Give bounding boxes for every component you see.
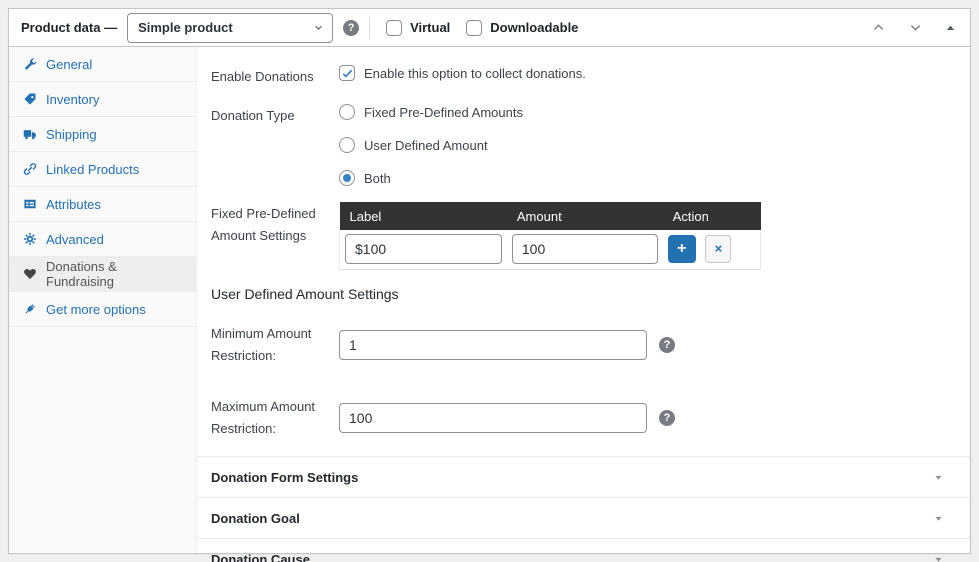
divider bbox=[369, 17, 370, 39]
link-icon bbox=[23, 162, 37, 176]
radio-label: Fixed Pre-Defined Amounts bbox=[364, 105, 523, 120]
sidebar-item-label: Advanced bbox=[46, 232, 104, 247]
sidebar-item-donations-fundraising[interactable]: Donations & Fundraising bbox=[9, 257, 196, 292]
sidebar-item-get-more-options[interactable]: Get more options bbox=[9, 292, 196, 327]
section-title: Donation Form Settings bbox=[211, 470, 358, 485]
sidebar-item-general[interactable]: General bbox=[9, 47, 196, 82]
column-header-label: Label bbox=[340, 202, 507, 230]
column-header-amount: Amount bbox=[507, 202, 663, 230]
truck-icon bbox=[23, 127, 37, 141]
panel-header: Product data — Simple product ? Virtual … bbox=[9, 9, 970, 47]
column-header-action: Action bbox=[663, 202, 761, 230]
help-icon[interactable]: ? bbox=[659, 410, 675, 426]
both-radio[interactable] bbox=[339, 170, 355, 186]
sidebar-item-shipping[interactable]: Shipping bbox=[9, 117, 196, 152]
section-donation-form-settings[interactable]: Donation Form Settings bbox=[197, 456, 970, 497]
heart-icon bbox=[23, 267, 37, 281]
chevron-down-icon bbox=[313, 22, 324, 33]
tag-icon bbox=[23, 92, 37, 106]
sidebar-item-linked-products[interactable]: Linked Products bbox=[9, 152, 196, 187]
fixed-amounts-row: Fixed Pre-Defined Amount Settings Label … bbox=[211, 202, 970, 270]
virtual-option: Virtual bbox=[386, 20, 450, 36]
wrench-icon bbox=[23, 57, 37, 71]
product-data-tabs: General Inventory Shipping bbox=[9, 47, 197, 553]
triangle-down-icon bbox=[933, 472, 944, 483]
sidebar-item-inventory[interactable]: Inventory bbox=[9, 82, 196, 117]
plug-icon bbox=[23, 302, 37, 316]
fixed-amounts-radio[interactable] bbox=[339, 104, 355, 120]
toggle-panel-button[interactable] bbox=[943, 20, 958, 35]
radio-label: Both bbox=[364, 171, 391, 186]
enable-donations-checkbox-label: Enable this option to collect donations. bbox=[364, 66, 586, 81]
section-title: Donation Goal bbox=[211, 511, 300, 526]
minimum-amount-input[interactable] bbox=[339, 330, 647, 360]
user-defined-radio[interactable] bbox=[339, 137, 355, 153]
table-row: + × bbox=[340, 230, 761, 270]
triangle-down-icon bbox=[933, 513, 944, 524]
user-defined-heading: User Defined Amount Settings bbox=[211, 286, 970, 302]
sidebar-item-label: Attributes bbox=[46, 197, 101, 212]
sidebar-item-advanced[interactable]: Advanced bbox=[9, 222, 196, 257]
chevron-down-icon bbox=[908, 20, 923, 35]
donation-type-row: Donation Type Fixed Pre-Defined Amounts … bbox=[211, 104, 970, 186]
virtual-checkbox[interactable] bbox=[386, 20, 402, 36]
sidebar-item-label: Shipping bbox=[46, 127, 97, 142]
maximum-amount-label: Maximum Amount Restriction: bbox=[211, 395, 339, 440]
radio-label: User Defined Amount bbox=[364, 138, 488, 153]
check-icon bbox=[341, 67, 354, 80]
help-icon[interactable]: ? bbox=[659, 337, 675, 353]
gear-icon bbox=[23, 232, 37, 246]
chevron-up-icon bbox=[871, 20, 886, 35]
radio-option-both: Both bbox=[339, 170, 970, 186]
minimum-amount-label: Minimum Amount Restriction: bbox=[211, 322, 339, 367]
donation-type-label: Donation Type bbox=[211, 104, 339, 186]
page: Product data — Simple product ? Virtual … bbox=[0, 0, 979, 562]
enable-donations-label: Enable Donations bbox=[211, 65, 339, 88]
product-type-value: Simple product bbox=[138, 20, 233, 35]
radio-option-fixed: Fixed Pre-Defined Amounts bbox=[339, 104, 970, 120]
sidebar-item-label: Donations & Fundraising bbox=[46, 259, 182, 289]
help-icon[interactable]: ? bbox=[343, 20, 359, 36]
sidebar-item-label: Inventory bbox=[46, 92, 99, 107]
panel-title: Product data — bbox=[21, 20, 117, 35]
section-donation-goal[interactable]: Donation Goal bbox=[197, 497, 970, 538]
minimum-amount-row: Minimum Amount Restriction: ? bbox=[211, 322, 970, 367]
triangle-down-icon bbox=[933, 554, 944, 562]
move-up-button[interactable] bbox=[869, 18, 888, 37]
sidebar-item-attributes[interactable]: Attributes bbox=[9, 187, 196, 222]
list-icon bbox=[23, 197, 37, 211]
amount-value-input[interactable] bbox=[512, 234, 658, 264]
enable-donations-checkbox[interactable] bbox=[339, 65, 355, 81]
radio-option-user-defined: User Defined Amount bbox=[339, 137, 970, 153]
section-donation-cause[interactable]: Donation Cause bbox=[197, 538, 970, 562]
maximum-amount-input[interactable] bbox=[339, 403, 647, 433]
virtual-label: Virtual bbox=[410, 20, 450, 35]
product-data-panel: Product data — Simple product ? Virtual … bbox=[8, 8, 971, 554]
amount-label-input[interactable] bbox=[345, 234, 502, 264]
fixed-amounts-label: Fixed Pre-Defined Amount Settings bbox=[211, 202, 339, 270]
donations-panel-content: Enable Donations Enable this option to c… bbox=[197, 47, 970, 553]
maximum-amount-row: Maximum Amount Restriction: ? bbox=[211, 395, 970, 440]
downloadable-option: Downloadable bbox=[466, 20, 578, 36]
sidebar-item-label: Linked Products bbox=[46, 162, 139, 177]
downloadable-checkbox[interactable] bbox=[466, 20, 482, 36]
downloadable-label: Downloadable bbox=[490, 20, 578, 35]
move-down-button[interactable] bbox=[906, 18, 925, 37]
panel-body: General Inventory Shipping bbox=[9, 47, 970, 553]
enable-donations-row: Enable Donations Enable this option to c… bbox=[211, 65, 970, 88]
sidebar-item-label: General bbox=[46, 57, 92, 72]
remove-row-button[interactable]: × bbox=[705, 235, 731, 263]
accordion-sections: Donation Form Settings Donation Goal Don… bbox=[197, 456, 970, 562]
sidebar-item-label: Get more options bbox=[46, 302, 146, 317]
product-type-select[interactable]: Simple product bbox=[127, 13, 333, 43]
triangle-up-icon bbox=[945, 22, 956, 33]
fixed-amounts-table: Label Amount Action + bbox=[339, 202, 761, 270]
section-title: Donation Cause bbox=[211, 552, 310, 562]
add-row-button[interactable]: + bbox=[668, 235, 696, 263]
